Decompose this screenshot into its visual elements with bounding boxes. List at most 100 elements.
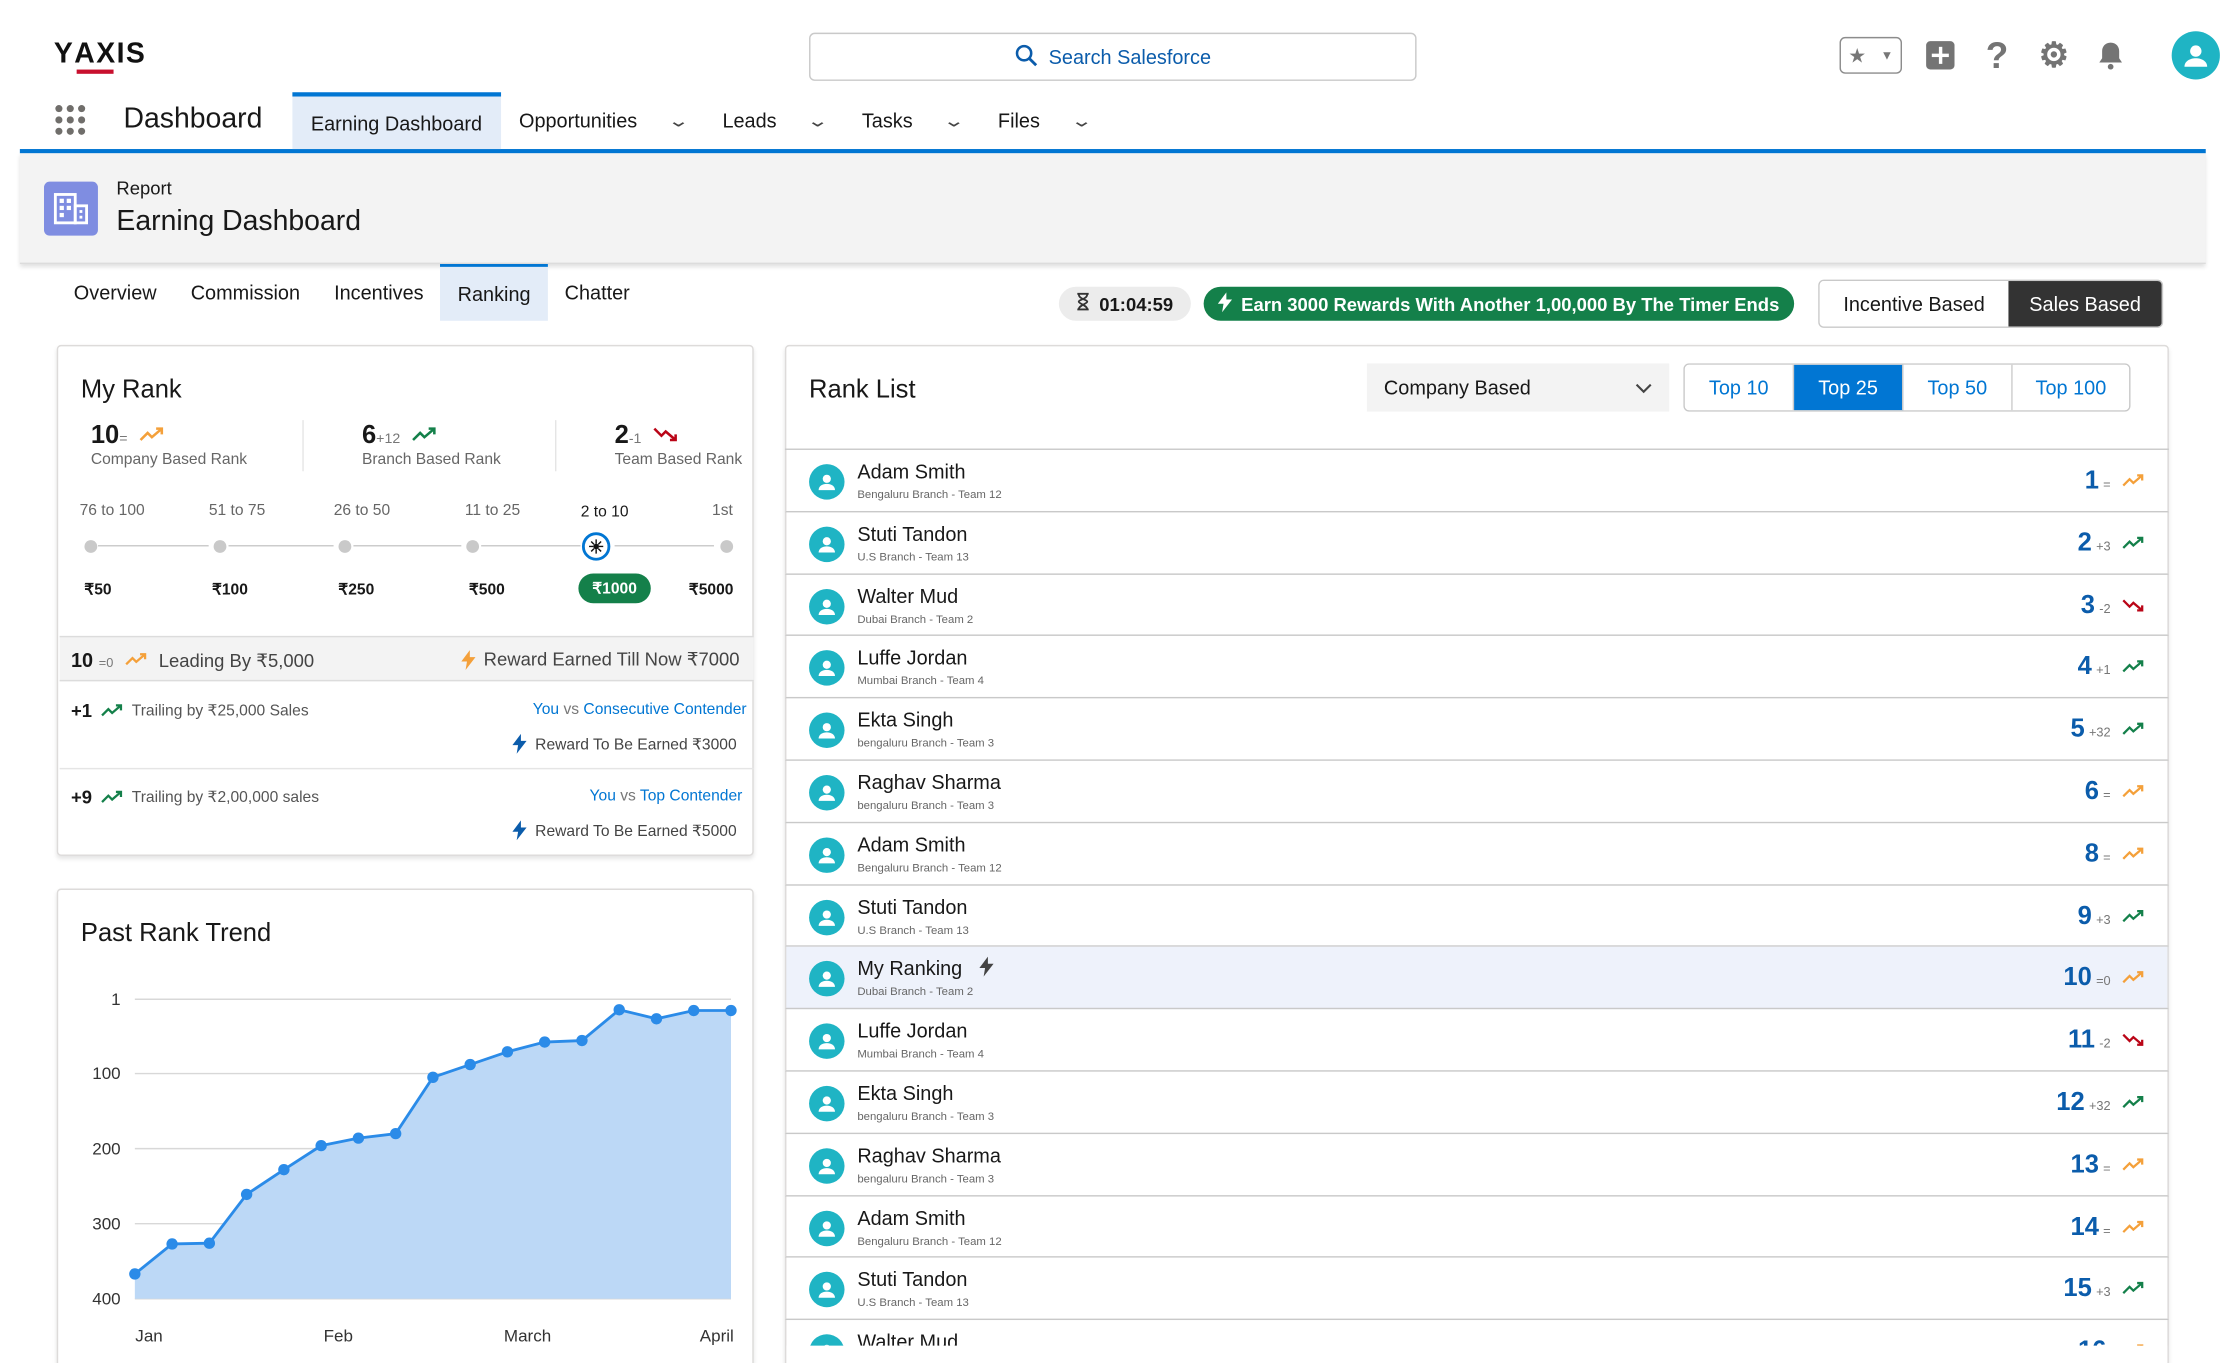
nav-tab-files[interactable]: Files ⌄ [979,92,1106,149]
rank-row-branch: bengaluru Branch - Team 3 [857,1172,995,1185]
x-tick-label: April [700,1326,734,1345]
data-point[interactable] [203,1237,216,1249]
stat-delta: +12 [376,431,401,448]
data-point[interactable] [315,1139,327,1152]
sales-based-button[interactable]: Sales Based [2008,281,2162,327]
yaxis-logo[interactable]: YAXIS [54,38,146,74]
help-icon[interactable]: ? [1979,33,2016,76]
trend-neutral-icon [2122,971,2144,984]
chevron-down-icon[interactable]: ⌄ [667,111,690,131]
user-avatar-icon [809,961,845,997]
settings-gear-icon[interactable]: ⚙ [2035,36,2072,74]
rank-list-title: Rank List [809,374,916,404]
chevron-down-icon[interactable]: ⌄ [942,111,965,131]
app-launcher-icon[interactable] [55,105,86,136]
data-point[interactable] [650,1013,663,1025]
user-avatar-icon [809,1085,845,1122]
rank-row-branch: Dubai Branch - Team 2 [857,612,974,626]
top-100-button[interactable]: Top 100 [2012,364,2130,411]
user-avatar-icon [809,650,845,687]
rank-row[interactable]: Walter Mud 16 [784,1320,2169,1346]
add-icon[interactable] [1922,37,1959,74]
rank-delta: +1 [2096,663,2111,678]
trend-neutral-icon [125,653,147,666]
rank-row[interactable]: Raghav Sharma bengaluru Branch - Team 3 6 = [784,760,2169,823]
rank-row[interactable]: Adam Smith Bengaluru Branch - Team 12 1 = [784,449,2169,513]
rank-row[interactable]: Adam Smith Bengaluru Branch - Team 12 14 = [784,1195,2169,1259]
my-ranking-row[interactable]: My Ranking Dubai Branch - Team 2 10 =0 [784,947,2169,1010]
nav-tab-leads[interactable]: Leads ⌄ [704,92,843,149]
my-rank-card: My Rank 10= Company Based Rank 6+12 Bran… [56,344,754,856]
global-search-box[interactable]: Search Salesforce [809,32,1417,81]
data-point[interactable] [501,1046,514,1058]
data-point[interactable] [464,1058,476,1071]
nav-tab-earning-dashboard[interactable]: Earning Dashboard [292,92,501,150]
rank-row[interactable]: Stuti Tandon U.S Branch - Team 13 9 +3 [784,885,2169,948]
tab-chatter[interactable]: Chatter [548,264,647,321]
rank-trend-chart: 1 100 200 300 400 Jan Feb March April [92,990,737,1345]
rank-row[interactable]: Stuti Tandon U.S Branch - Team 13 15 +3 [784,1258,2169,1321]
data-point[interactable] [129,1268,141,1280]
top-10-button[interactable]: Top 10 [1684,364,1795,411]
link-vs: vs [620,787,636,805]
range-label-current: 2 to 10 [580,503,629,521]
rank-row[interactable]: Walter Mud Dubai Branch - Team 2 3 -2 [784,574,2169,637]
timer-value: 01:04:59 [1099,293,1174,315]
incentive-based-button[interactable]: Incentive Based [1819,281,2009,327]
data-point[interactable] [389,1127,402,1140]
top-50-button[interactable]: Top 50 [1903,364,2013,411]
lightning-icon [979,957,994,978]
tab-incentives[interactable]: Incentives [317,264,441,321]
rank-row[interactable]: Luffe Jordan Mumbai Branch - Team 4 4 +1 [784,636,2169,699]
chevron-down-icon[interactable]: ⌄ [806,111,829,131]
compare-link[interactable]: You vs Top Contender [590,788,743,805]
rank-row-rank: 5 +32 [2070,714,2144,744]
compare-link[interactable]: You vs Consecutive Contender [533,701,747,718]
rank-row[interactable]: Adam Smith Bengaluru Branch - Team 12 8 = [784,822,2169,886]
rank-delta: = [2103,849,2111,865]
data-point[interactable] [166,1238,178,1250]
data-point[interactable] [240,1188,253,1201]
notification-bell-icon[interactable] [2092,37,2129,74]
rank-value: 3 [2080,589,2096,619]
user-avatar-icon [809,837,845,873]
chevron-down-icon[interactable]: ⌄ [1070,111,1093,131]
rank-row-name: Stuti Tandon [857,1268,968,1291]
rank-row-branch: U.S Branch - Team 13 [857,1296,969,1310]
report-icon [44,181,98,236]
data-point[interactable] [576,1034,588,1047]
data-point[interactable] [688,1004,700,1017]
nav-tab-opportunities[interactable]: Opportunities ⌄ [501,92,704,149]
tab-commission[interactable]: Commission [174,264,317,321]
reward-to-earn: Reward To Be Earned ₹3000 [535,735,737,753]
rank-value: 9 [2077,900,2092,930]
rank-delta: +3 [2096,1285,2111,1300]
favorites-star-icon[interactable]: ★ ▼ [1839,36,1902,74]
rank-delta: +3 [2096,539,2111,554]
rank-row-rank: 9 +3 [2078,901,2145,931]
rank-row[interactable]: Luffe Jordan Mumbai Branch - Team 4 11 -2 [784,1009,2169,1072]
rank-row[interactable]: Ekta Singh bengaluru Branch - Team 3 12 +32 [784,1071,2169,1134]
user-avatar-icon[interactable] [2171,31,2220,80]
rank-row[interactable]: Ekta Singh bengaluru Branch - Team 3 5 +32 [784,698,2169,761]
y-tick-label: 100 [92,1064,120,1083]
tab-ranking[interactable]: Ranking [440,264,548,321]
countdown-timer: 01:04:59 [1058,286,1191,321]
past-rank-trend-card: Past Rank Trend 1 100 200 300 400 Jan Feb March… [56,888,754,1363]
rank-row[interactable]: Stuti Tandon U.S Branch - Team 13 2 +3 [784,512,2169,575]
data-point[interactable] [613,1004,625,1016]
global-header: YAXIS Search Salesforce ★ ▼ ? ⚙ Dashboard… [19,0,2220,154]
data-point[interactable] [352,1132,365,1144]
sub-tabs: Overview Commission Incentives Ranking C… [57,264,647,321]
reward-amount: ₹500 [468,581,505,599]
nav-tab-tasks[interactable]: Tasks ⌄ [843,92,979,149]
tab-overview[interactable]: Overview [57,264,174,321]
data-point[interactable] [278,1163,290,1176]
top-25-button[interactable]: Top 25 [1794,364,1904,411]
rank-scope-select[interactable]: Company Based [1366,363,1670,412]
data-point[interactable] [427,1071,439,1083]
rank-row[interactable]: Raghav Sharma bengaluru Branch - Team 3 13… [784,1133,2169,1196]
data-point[interactable] [539,1036,551,1048]
data-point[interactable] [725,1004,737,1017]
trend-up-icon [2122,1282,2144,1295]
